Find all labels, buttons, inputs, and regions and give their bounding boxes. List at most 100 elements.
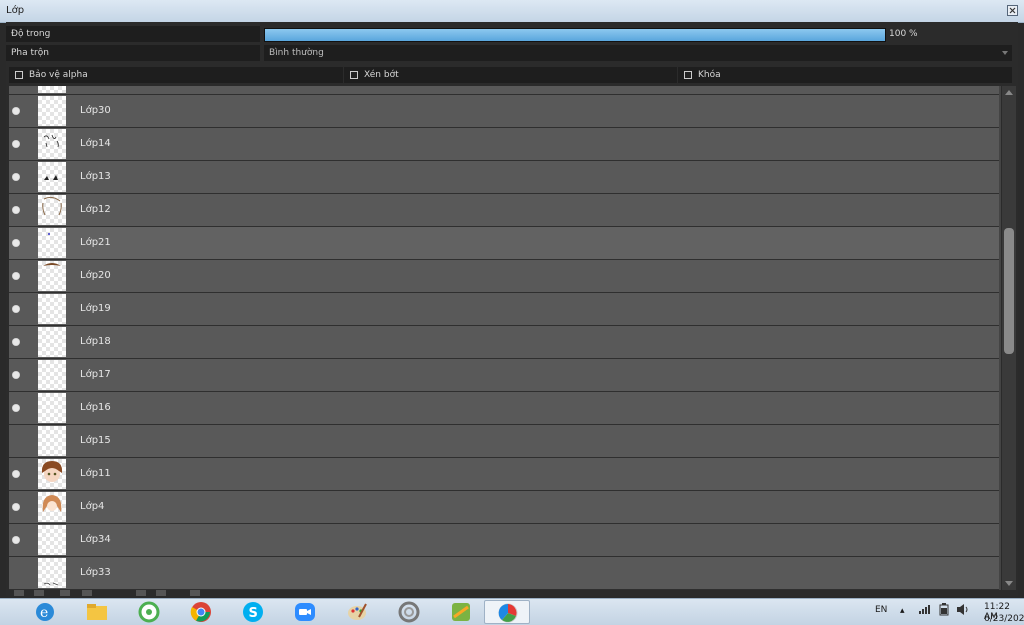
visibility-eye-icon[interactable] xyxy=(12,206,20,214)
layer-thumbnail xyxy=(38,558,66,588)
layer-row[interactable]: Lớp11 xyxy=(9,458,999,491)
coccoc-icon[interactable] xyxy=(126,600,172,624)
checkbox-icon xyxy=(15,71,23,79)
close-icon[interactable] xyxy=(1007,5,1018,16)
lock-checkbox[interactable]: Khóa xyxy=(678,67,1012,83)
opacity-slider-fill xyxy=(265,29,885,41)
taskbar: e S EN ▴ 11:22 AM 6/23/202 xyxy=(0,598,1024,625)
visibility-eye-icon[interactable] xyxy=(12,503,20,511)
file-explorer-icon[interactable] xyxy=(74,600,120,624)
more-options-icon[interactable] xyxy=(190,590,200,596)
scroll-down-icon[interactable] xyxy=(1005,581,1013,586)
layer-name: Lớp13 xyxy=(80,171,111,182)
layer-thumbnail xyxy=(38,129,66,159)
chrome-icon[interactable] xyxy=(178,600,224,624)
opacity-label: Độ trong xyxy=(6,26,260,42)
opacity-slider[interactable] xyxy=(264,28,886,42)
internet-explorer-icon[interactable]: e xyxy=(22,600,68,624)
protect-alpha-label: Bảo vệ alpha xyxy=(29,70,88,80)
visibility-eye-icon[interactable] xyxy=(12,107,20,115)
layer-name: Lớp19 xyxy=(80,303,111,314)
new-folder-icon[interactable] xyxy=(34,590,44,596)
checkbox-icon xyxy=(350,71,358,79)
layer-list-scrollbar[interactable] xyxy=(1002,86,1016,590)
layer-row[interactable]: Lớp30 xyxy=(9,95,999,128)
blend-mode-select[interactable]: Bình thường xyxy=(264,45,1012,61)
layer-row[interactable]: Lớp18 xyxy=(9,326,999,359)
layer-thumbnail xyxy=(38,195,66,225)
layer-thumbnail xyxy=(38,459,66,489)
duplicate-layer-icon[interactable] xyxy=(60,590,70,596)
layer-name: Lớp12 xyxy=(80,204,111,215)
volume-icon[interactable] xyxy=(956,603,970,619)
layer-settings-icon[interactable] xyxy=(136,590,146,596)
layer-thumbnail xyxy=(38,261,66,291)
merge-layer-icon[interactable] xyxy=(82,590,92,596)
layer-thumbnail xyxy=(38,525,66,555)
battery-icon[interactable] xyxy=(938,603,950,619)
visibility-eye-icon[interactable] xyxy=(12,272,20,280)
layer-row-partial[interactable] xyxy=(9,86,999,95)
layer-thumbnail xyxy=(38,162,66,192)
svg-text:e: e xyxy=(40,605,48,621)
visibility-eye-icon[interactable] xyxy=(12,371,20,379)
paint-icon[interactable] xyxy=(334,600,380,624)
visibility-eye-icon[interactable] xyxy=(12,239,20,247)
svg-text:S: S xyxy=(249,606,258,621)
visibility-eye-icon[interactable] xyxy=(12,470,20,478)
layer-panel: Độ trong 100 % Pha trộn Bình thường Bảo … xyxy=(6,22,1018,596)
layer-thumbnail xyxy=(38,86,66,93)
layer-row[interactable]: Lớp21 xyxy=(9,227,999,260)
medibang-icon[interactable] xyxy=(484,600,530,624)
window-titlebar: Lớp xyxy=(0,0,1024,23)
layer-thumbnail xyxy=(38,96,66,126)
layer-name: Lớp30 xyxy=(80,105,111,116)
layer-row[interactable]: Lớp20 xyxy=(9,260,999,293)
window-title: Lớp xyxy=(6,5,25,16)
signal-icon[interactable] xyxy=(918,603,932,618)
chevron-down-icon xyxy=(1002,51,1008,55)
delete-layer-icon[interactable] xyxy=(156,590,166,596)
protect-alpha-checkbox[interactable]: Bảo vệ alpha xyxy=(9,67,343,83)
new-layer-icon[interactable] xyxy=(14,590,24,596)
layer-row[interactable]: Lớp19 xyxy=(9,293,999,326)
layer-row[interactable]: Lớp17 xyxy=(9,359,999,392)
clock-date[interactable]: 6/23/202 xyxy=(984,614,1024,624)
layer-row[interactable]: Lớp15 xyxy=(9,425,999,458)
creative-cloud-icon[interactable] xyxy=(386,600,432,624)
visibility-eye-icon[interactable] xyxy=(12,404,20,412)
visibility-eye-icon[interactable] xyxy=(12,338,20,346)
layer-name: Lớp4 xyxy=(80,501,105,512)
scrollbar-thumb[interactable] xyxy=(1004,228,1014,354)
zoom-icon[interactable] xyxy=(282,600,328,624)
layer-name: Lớp18 xyxy=(80,336,111,347)
scroll-up-icon[interactable] xyxy=(1005,90,1013,95)
layer-row[interactable]: Lớp4 xyxy=(9,491,999,524)
visibility-eye-icon[interactable] xyxy=(12,305,20,313)
layer-name: Lớp34 xyxy=(80,534,111,545)
tray-expand-icon[interactable]: ▴ xyxy=(900,606,905,616)
layer-thumbnail xyxy=(38,492,66,522)
visibility-eye-icon[interactable] xyxy=(12,536,20,544)
layer-name: Lớp16 xyxy=(80,402,111,413)
layer-row[interactable]: Lớp33 xyxy=(9,557,999,590)
skype-icon[interactable]: S xyxy=(230,600,276,624)
lock-label: Khóa xyxy=(698,70,721,80)
layer-row[interactable]: Lớp14 xyxy=(9,128,999,161)
visibility-eye-icon[interactable] xyxy=(12,173,20,181)
layer-thumbnail xyxy=(38,360,66,390)
layer-row[interactable]: Lớp34 xyxy=(9,524,999,557)
layer-thumbnail xyxy=(38,393,66,423)
layer-toolbar xyxy=(6,590,206,598)
language-indicator[interactable]: EN xyxy=(875,605,887,615)
layer-name: Lớp11 xyxy=(80,468,111,479)
clipping-checkbox[interactable]: Xén bớt xyxy=(344,67,677,83)
visibility-eye-icon[interactable] xyxy=(12,140,20,148)
layer-name: Lớp15 xyxy=(80,435,111,446)
layer-thumbnail xyxy=(38,294,66,324)
layer-row[interactable]: Lớp16 xyxy=(9,392,999,425)
layer-list[interactable]: Lớp30 Lớp14 Lớp13 Lớp12 Lớp21 Lớp20 Lớp19 Lớp18… xyxy=(9,86,1001,590)
layer-row[interactable]: Lớp12 xyxy=(9,194,999,227)
game-icon[interactable] xyxy=(438,600,484,624)
layer-row[interactable]: Lớp13 xyxy=(9,161,999,194)
